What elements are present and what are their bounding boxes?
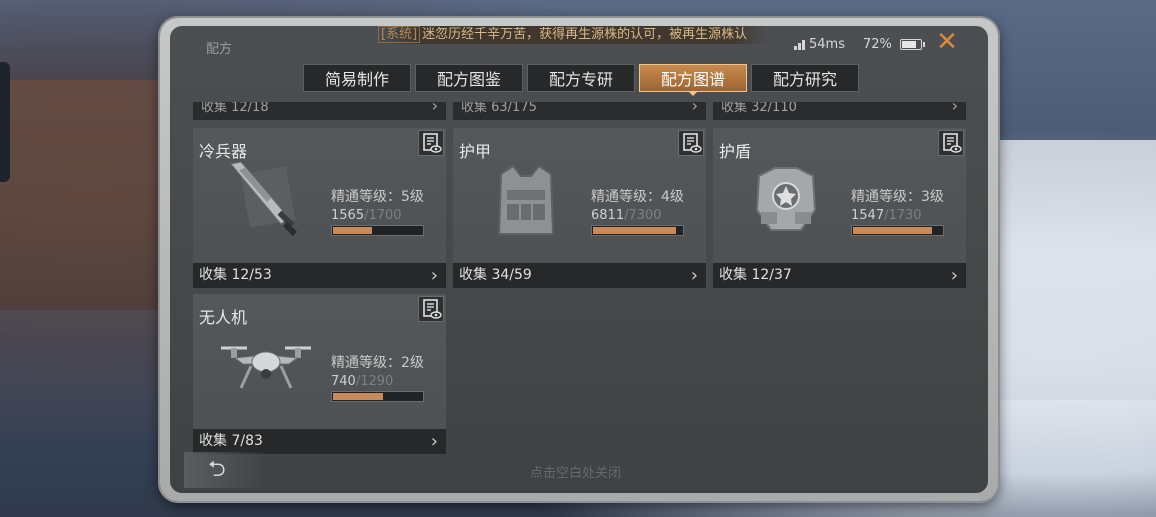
- battery-icon: [899, 38, 925, 50]
- recipe-card-drone[interactable]: 无人机 精通等级：2级 740/1290 收集 7/83 ›: [193, 294, 446, 454]
- collect-row[interactable]: 收集 12/53 ›: [193, 263, 446, 288]
- chevron-right-icon: ›: [430, 265, 438, 286]
- card-name: 冷兵器: [199, 142, 248, 161]
- tab-recipe-research[interactable]: 配方研究: [751, 64, 859, 92]
- recipe-grid: 收集 12/18 › 收集 63/175 › 收集 32/110 › 冷兵器 精…: [170, 102, 988, 454]
- card-name: 护甲: [459, 142, 492, 161]
- undo-arrow-icon[interactable]: ⮌: [184, 452, 268, 488]
- system-tag: [系统]: [378, 26, 421, 43]
- mastery-bar: [331, 225, 424, 236]
- view-book-icon[interactable]: [418, 296, 444, 322]
- chevron-right-icon: ›: [951, 102, 958, 115]
- collect-row[interactable]: 收集 34/59 ›: [453, 263, 706, 288]
- tab-bar: 简易制作 配方图鉴 配方专研 配方图谱 配方研究: [303, 64, 859, 96]
- broadcast-text: 迷忽历经千辛万苦，获得再生源株的认可，被再生源株认: [422, 27, 748, 42]
- drone-icon: [211, 326, 321, 404]
- background-building: [0, 80, 170, 310]
- card-name: 护盾: [719, 142, 752, 161]
- tab-recipe-codex[interactable]: 配方图鉴: [415, 64, 523, 92]
- side-handle: [0, 62, 10, 182]
- mastery-level: 精通等级：3级: [851, 189, 944, 205]
- chevron-right-icon: ›: [691, 102, 698, 115]
- collect-text: 收集 12/37: [719, 267, 792, 283]
- recipe-panel: 配方 [系统] 迷忽历经千辛万苦，获得再生源株的认可，被再生源株认 54ms 72…: [170, 26, 988, 493]
- battery-text: 72%: [862, 36, 892, 52]
- collect-row[interactable]: 收集 12/37 ›: [713, 263, 966, 288]
- collect-text: 收集 7/83: [199, 433, 263, 449]
- close-icon[interactable]: ✕: [935, 29, 959, 55]
- status-bar: 54ms 72%: [794, 35, 925, 53]
- collect-text: 收集 12/53: [199, 267, 272, 283]
- tap-blank-to-close-hint: 点击空白处关闭: [530, 466, 622, 481]
- mastery-bar-fill: [593, 227, 676, 234]
- sword-icon: [211, 160, 321, 238]
- mastery-bar-fill: [333, 227, 372, 234]
- system-broadcast: [系统] 迷忽历经千辛万苦，获得再生源株的认可，被再生源株认: [378, 26, 768, 44]
- partial-collect-row[interactable]: 收集 63/175 ›: [453, 102, 706, 120]
- partial-collect-text: 收集 32/110: [721, 102, 797, 115]
- recipe-card-armor[interactable]: 护甲 精通等级：4级 6811/7300 收集 34/59 ›: [453, 128, 706, 288]
- partial-collect-text: 收集 12/18: [201, 102, 269, 115]
- collect-row[interactable]: 收集 7/83 ›: [193, 429, 446, 454]
- background-snowy-roof: [986, 140, 1156, 400]
- mastery-bar-fill: [853, 227, 932, 234]
- collect-text: 收集 34/59: [459, 267, 532, 283]
- mastery-progress: 1565/1700: [331, 208, 402, 223]
- recipe-card-shield[interactable]: 护盾 精通等级：3级 1547/1730 收集 12/37 ›: [713, 128, 966, 288]
- window-title: 配方: [206, 42, 233, 57]
- partial-collect-text: 收集 63/175: [461, 102, 537, 115]
- mastery-bar: [851, 225, 944, 236]
- view-book-icon[interactable]: [938, 130, 964, 156]
- mastery-level: 精通等级：4级: [591, 189, 684, 205]
- chevron-right-icon: ›: [431, 102, 438, 115]
- ping-text: 54ms: [809, 36, 845, 52]
- chevron-right-icon: ›: [430, 431, 438, 452]
- mastery-level: 精通等级：5级: [331, 189, 424, 205]
- view-book-icon[interactable]: [418, 130, 444, 156]
- mastery-progress: 1547/1730: [851, 208, 922, 223]
- tab-simple-craft[interactable]: 简易制作: [303, 64, 411, 92]
- mastery-progress: 740/1290: [331, 374, 394, 389]
- partial-collect-row[interactable]: 收集 32/110 ›: [713, 102, 966, 120]
- mastery-bar: [331, 391, 424, 402]
- mastery-level: 精通等级：2级: [331, 355, 424, 371]
- signal-icon: [794, 39, 805, 50]
- mastery-bar-fill: [333, 393, 383, 400]
- chevron-right-icon: ›: [950, 265, 958, 286]
- shield-armor-icon: [731, 160, 841, 238]
- mastery-progress: 6811/7300: [591, 208, 662, 223]
- card-name: 无人机: [199, 308, 248, 327]
- partial-collect-row[interactable]: 收集 12/18 ›: [193, 102, 446, 120]
- chevron-right-icon: ›: [690, 265, 698, 286]
- view-book-icon[interactable]: [678, 130, 704, 156]
- tab-recipe-study[interactable]: 配方专研: [527, 64, 635, 92]
- recipe-card-cold-weapon[interactable]: 冷兵器 精通等级：5级 1565/1700 收集 12/53 ›: [193, 128, 446, 288]
- tab-recipe-atlas[interactable]: 配方图谱: [639, 64, 747, 96]
- vest-icon: [471, 160, 581, 238]
- mastery-bar: [591, 225, 684, 236]
